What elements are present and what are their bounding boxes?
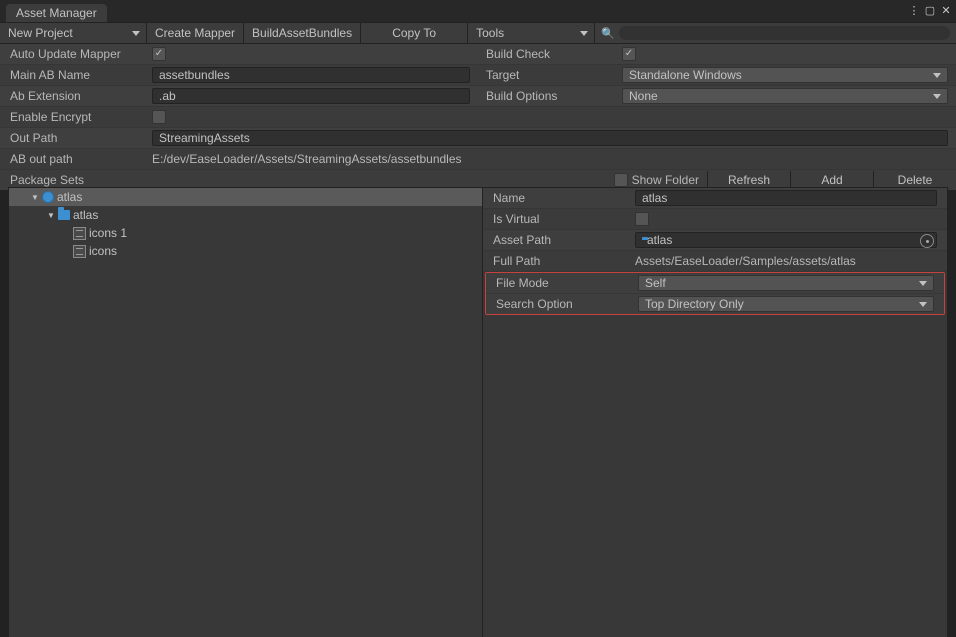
asset-path-field[interactable]: atlas bbox=[635, 232, 937, 248]
maximize-icon[interactable]: ▢ bbox=[924, 4, 936, 16]
name-input[interactable] bbox=[635, 190, 937, 206]
tree-item-label: icons bbox=[89, 244, 117, 258]
tree-item[interactable]: ▼ atlas bbox=[9, 206, 482, 224]
project-label: New Project bbox=[8, 26, 73, 40]
tools-dropdown[interactable]: Tools bbox=[468, 23, 595, 43]
out-path-label: Out Path bbox=[0, 131, 152, 145]
asset-icon bbox=[73, 227, 86, 240]
package-icon bbox=[41, 191, 54, 204]
copy-to-button[interactable]: Copy To bbox=[361, 23, 468, 43]
close-icon[interactable]: ✕ bbox=[940, 4, 952, 16]
project-dropdown[interactable]: New Project bbox=[0, 23, 147, 43]
search-option-dropdown[interactable]: Top Directory Only bbox=[638, 296, 934, 312]
ab-ext-label: Ab Extension bbox=[0, 89, 152, 103]
tree-item[interactable]: icons bbox=[9, 242, 482, 260]
tab-label: Asset Manager bbox=[16, 5, 97, 21]
build-check-checkbox[interactable]: ✓ bbox=[622, 47, 636, 61]
package-sets-label: Package Sets bbox=[10, 173, 84, 187]
asset-path-label: Asset Path bbox=[483, 233, 635, 247]
build-bundles-button[interactable]: BuildAssetBundles bbox=[244, 23, 361, 43]
tree-pane: ▼atlas▼atlasicons 1icons bbox=[9, 188, 483, 637]
enable-encrypt-checkbox[interactable] bbox=[152, 110, 166, 124]
tab-bar: Asset Manager ⋮ ▢ ✕ bbox=[0, 0, 956, 22]
target-dropdown[interactable]: Standalone Windows bbox=[622, 67, 948, 83]
build-opts-dropdown[interactable]: None bbox=[622, 88, 948, 104]
enable-encrypt-label: Enable Encrypt bbox=[0, 110, 152, 124]
show-folder-checkbox[interactable] bbox=[614, 173, 628, 187]
settings-panel: Auto Update Mapper ✓ Build Check ✓ Main … bbox=[0, 43, 956, 191]
foldout-icon[interactable]: ▼ bbox=[45, 211, 57, 220]
object-picker-icon[interactable] bbox=[920, 234, 934, 248]
ab-out-label: AB out path bbox=[0, 152, 152, 166]
auto-update-checkbox[interactable]: ✓ bbox=[152, 47, 166, 61]
search-icon: 🔍 bbox=[601, 27, 615, 40]
tree: ▼atlas▼atlasicons 1icons bbox=[9, 188, 482, 260]
target-label: Target bbox=[478, 68, 622, 82]
full-path-value: Assets/EaseLoader/Samples/assets/atlas bbox=[635, 254, 856, 268]
tree-item[interactable]: icons 1 bbox=[9, 224, 482, 242]
tree-item-label: atlas bbox=[57, 190, 82, 204]
folder-icon bbox=[57, 209, 70, 222]
split-panes: ▼atlas▼atlasicons 1icons Name Is Virtual… bbox=[8, 187, 948, 637]
tree-item[interactable]: ▼ atlas bbox=[9, 188, 482, 206]
file-mode-label: File Mode bbox=[486, 276, 638, 290]
search-input[interactable] bbox=[619, 26, 950, 40]
search-field[interactable]: 🔍 bbox=[595, 23, 956, 43]
build-check-label: Build Check bbox=[478, 47, 622, 61]
window-controls: ⋮ ▢ ✕ bbox=[908, 4, 952, 16]
asset-icon bbox=[73, 245, 86, 258]
asset-path-value: atlas bbox=[647, 233, 672, 247]
auto-update-label: Auto Update Mapper bbox=[0, 47, 152, 61]
ab-ext-input[interactable] bbox=[152, 88, 470, 104]
create-mapper-button[interactable]: Create Mapper bbox=[147, 23, 244, 43]
ab-out-value: E:/dev/EaseLoader/Assets/StreamingAssets… bbox=[152, 152, 948, 166]
name-label: Name bbox=[483, 191, 635, 205]
tab-asset-manager[interactable]: Asset Manager bbox=[6, 4, 107, 22]
toolbar: New Project Create Mapper BuildAssetBund… bbox=[0, 22, 956, 43]
full-path-label: Full Path bbox=[483, 254, 635, 268]
main-ab-label: Main AB Name bbox=[0, 68, 152, 82]
highlighted-group: File Mode Self Search Option Top Directo… bbox=[485, 272, 945, 315]
tree-item-label: atlas bbox=[73, 208, 98, 222]
show-folder-toggle[interactable]: Show Folder bbox=[614, 173, 699, 187]
is-virtual-label: Is Virtual bbox=[483, 212, 635, 226]
show-folder-label: Show Folder bbox=[632, 173, 699, 187]
search-option-label: Search Option bbox=[486, 297, 638, 311]
is-virtual-checkbox[interactable] bbox=[635, 212, 649, 226]
file-mode-dropdown[interactable]: Self bbox=[638, 275, 934, 291]
out-path-input[interactable] bbox=[152, 130, 948, 146]
inspector-pane: Name Is Virtual Asset Path atlas Full Pa… bbox=[483, 188, 947, 637]
menu-icon[interactable]: ⋮ bbox=[908, 4, 920, 16]
build-opts-label: Build Options bbox=[478, 89, 622, 103]
tree-item-label: icons 1 bbox=[89, 226, 127, 240]
main-ab-input[interactable] bbox=[152, 67, 470, 83]
foldout-icon[interactable]: ▼ bbox=[29, 193, 41, 202]
